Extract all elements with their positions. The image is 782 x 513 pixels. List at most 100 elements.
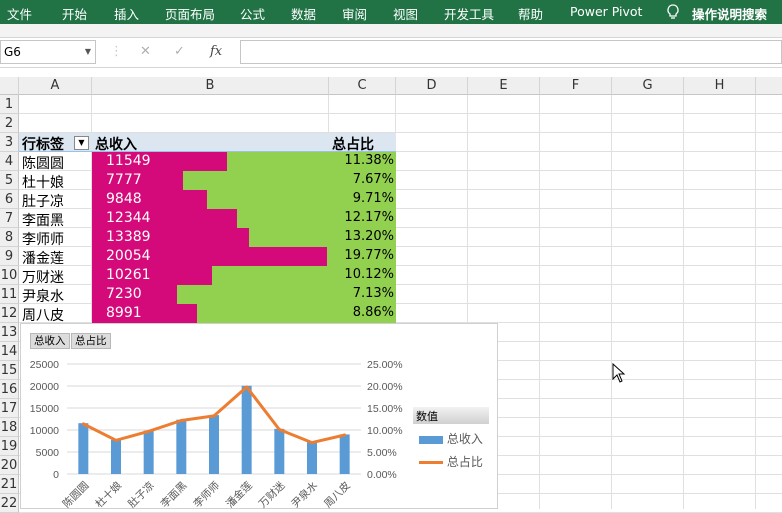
y-right-tick-label: 5.00% xyxy=(367,447,397,459)
income-value-cell[interactable]: 11549 xyxy=(106,153,151,169)
tab-power-pivot[interactable]: Power Pivot xyxy=(570,4,642,19)
name-box[interactable]: G6 ▼ xyxy=(0,40,96,64)
name-box-value: G6 xyxy=(4,45,21,59)
row-header-17[interactable]: 17 xyxy=(0,399,19,418)
row-header-14[interactable]: 14 xyxy=(0,342,19,361)
y-left-tick-label: 5000 xyxy=(36,447,60,459)
row-label-cell[interactable]: 李师师 xyxy=(22,229,64,249)
legend-title[interactable]: 数值 xyxy=(413,407,489,424)
income-value-cell[interactable]: 8991 xyxy=(106,305,142,321)
ratio-value-cell[interactable]: 9.71% xyxy=(353,191,394,206)
ratio-value-cell[interactable]: 10.12% xyxy=(344,267,394,282)
ratio-value-cell[interactable]: 12.17% xyxy=(344,210,394,225)
cancel-icon[interactable]: ✕ xyxy=(140,44,151,59)
column-header-h[interactable]: H xyxy=(684,77,756,95)
row-header-5[interactable]: 5 xyxy=(0,171,19,190)
row-header-8[interactable]: 8 xyxy=(0,228,19,247)
mouse-cursor-icon xyxy=(612,363,626,383)
ratio-point xyxy=(310,441,314,445)
row-header-2[interactable]: 2 xyxy=(0,114,19,133)
row-label-cell[interactable]: 肚子凉 xyxy=(22,191,64,211)
insert-function-icon[interactable]: fx xyxy=(210,44,222,59)
column-header-b[interactable]: B xyxy=(92,77,329,95)
row-header-9[interactable]: 9 xyxy=(0,247,19,266)
column-header-a[interactable]: A xyxy=(19,77,92,95)
income-value-cell[interactable]: 7777 xyxy=(106,172,142,188)
ratio-header: 总占比 xyxy=(332,137,374,153)
row-labels-header: 行标签 xyxy=(22,137,64,153)
income-value-cell[interactable]: 10261 xyxy=(106,267,151,283)
income-value-cell[interactable]: 20054 xyxy=(106,248,151,264)
row-header-11[interactable]: 11 xyxy=(0,285,19,304)
ribbon-collapsed-area xyxy=(0,24,782,38)
row-header-20[interactable]: 20 xyxy=(0,456,19,475)
formula-input[interactable] xyxy=(240,40,782,64)
row-label-cell[interactable]: 潘金莲 xyxy=(22,248,64,268)
ratio-point xyxy=(179,418,183,422)
income-bar xyxy=(143,430,154,474)
select-all-corner[interactable] xyxy=(0,77,19,95)
tab-formulas[interactable]: 公式 xyxy=(240,4,265,23)
column-header-c[interactable]: C xyxy=(329,77,396,95)
legend-item-income[interactable]: 总收入 xyxy=(419,430,483,447)
income-value-cell[interactable]: 13389 xyxy=(106,229,151,245)
row-header-3[interactable]: 3 xyxy=(0,133,19,152)
ratio-point xyxy=(277,427,281,431)
row-header-6[interactable]: 6 xyxy=(0,190,19,209)
tab-view[interactable]: 视图 xyxy=(393,4,418,23)
tab-review[interactable]: 审阅 xyxy=(342,4,367,23)
y-left-tick-label: 10000 xyxy=(30,425,59,437)
legend-item-ratio[interactable]: 总占比 xyxy=(419,453,483,470)
enter-icon[interactable]: ✓ xyxy=(174,44,185,59)
ratio-point xyxy=(114,438,118,442)
row-header-13[interactable]: 13 xyxy=(0,323,19,342)
tab-page-layout[interactable]: 页面布局 xyxy=(165,4,215,23)
row-header-18[interactable]: 18 xyxy=(0,418,19,437)
legend-label-income: 总收入 xyxy=(446,432,483,446)
income-value-cell[interactable]: 12344 xyxy=(106,210,151,226)
row-header-4[interactable]: 4 xyxy=(0,152,19,171)
row-header-22[interactable]: 22 xyxy=(0,494,19,513)
income-value-cell[interactable]: 7230 xyxy=(106,286,142,302)
ratio-value-cell[interactable]: 7.13% xyxy=(353,286,394,301)
row-header-1[interactable]: 1 xyxy=(0,95,19,114)
y-right-tick-label: 15.00% xyxy=(367,403,403,415)
row-label-cell[interactable]: 尹泉水 xyxy=(22,286,64,306)
tab-file[interactable]: 文件 xyxy=(7,4,32,23)
row-label-cell[interactable]: 万财迷 xyxy=(22,267,64,287)
tab-insert[interactable]: 插入 xyxy=(114,4,139,23)
ratio-point xyxy=(343,433,347,437)
row-header-15[interactable]: 15 xyxy=(0,361,19,380)
ratio-value-cell[interactable]: 7.67% xyxy=(353,172,394,187)
ratio-value-cell[interactable]: 8.86% xyxy=(353,305,394,320)
tab-developer[interactable]: 开发工具 xyxy=(444,4,494,23)
ratio-value-cell[interactable]: 19.77% xyxy=(344,248,394,263)
row-label-cell[interactable]: 杜十娘 xyxy=(22,172,64,192)
column-header-d[interactable]: D xyxy=(396,77,468,95)
chevron-down-icon[interactable]: ▼ xyxy=(85,47,91,56)
column-header-f[interactable]: F xyxy=(540,77,612,95)
tab-help[interactable]: 帮助 xyxy=(518,4,543,23)
ratio-value-cell[interactable]: 13.20% xyxy=(344,229,394,244)
income-value-cell[interactable]: 9848 xyxy=(106,191,142,207)
sum-income-header: 总收入 xyxy=(95,137,137,153)
row-header-21[interactable]: 21 xyxy=(0,475,19,494)
row-label-cell[interactable]: 李面黑 xyxy=(22,210,64,230)
row-header-12[interactable]: 12 xyxy=(0,304,19,323)
ratio-value-cell[interactable]: 11.38% xyxy=(344,153,394,168)
tab-home[interactable]: 开始 xyxy=(62,4,87,23)
row-header-16[interactable]: 16 xyxy=(0,380,19,399)
ribbon-tabs: 文件 开始 插入 页面布局 公式 数据 审阅 视图 开发工具 帮助 Power … xyxy=(0,0,782,24)
pivot-chart[interactable]: 总收入 总占比 25000 20000 15000 10000 5000 0 25.00% 2… xyxy=(20,323,498,510)
column-header-partial[interactable] xyxy=(756,77,782,95)
row-header-10[interactable]: 10 xyxy=(0,266,19,285)
row-label-cell[interactable]: 周八皮 xyxy=(22,305,64,325)
row-header-19[interactable]: 19 xyxy=(0,437,19,456)
filter-dropdown-icon[interactable]: ▼ xyxy=(74,136,89,150)
tell-me-search[interactable]: 操作说明搜索 xyxy=(692,4,767,23)
column-header-e[interactable]: E xyxy=(468,77,540,95)
row-header-7[interactable]: 7 xyxy=(0,209,19,228)
column-header-g[interactable]: G xyxy=(612,77,684,95)
tab-data[interactable]: 数据 xyxy=(291,4,316,23)
row-label-cell[interactable]: 陈圆圆 xyxy=(22,153,64,173)
